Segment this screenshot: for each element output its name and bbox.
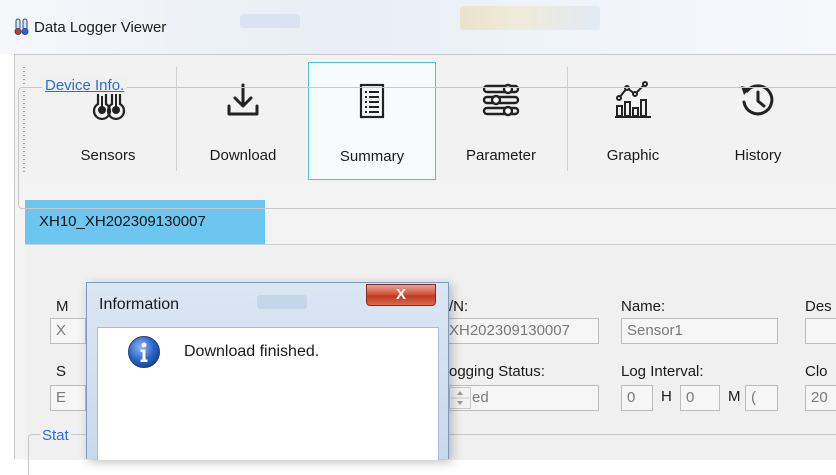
device-info-title: Device Info.	[42, 77, 128, 94]
window-title: Data Logger Viewer	[34, 19, 167, 36]
log-interval-label: Log Interval:	[621, 363, 704, 380]
device-info-group	[18, 87, 836, 209]
interval-hours-field[interactable]: 0	[621, 385, 653, 411]
dialog-message: Download finished.	[184, 343, 320, 360]
title-bar: Data Logger Viewer	[0, 0, 836, 54]
spinner-arrows-icon[interactable]	[449, 387, 471, 409]
information-dialog: Information X Download finished.	[86, 282, 449, 460]
interval-seconds-field[interactable]: (	[745, 385, 778, 411]
background-blur	[240, 14, 300, 28]
description-field[interactable]	[805, 318, 836, 344]
logging-status-label: ogging Status:	[449, 363, 545, 380]
model-field[interactable]: X	[50, 318, 86, 344]
background-blur	[257, 295, 307, 309]
model-label: M	[56, 298, 69, 315]
clock-field[interactable]: 20	[805, 385, 836, 411]
name-label: Name:	[621, 298, 666, 315]
hours-unit-label: H	[661, 388, 672, 405]
minutes-unit-label: M	[728, 388, 741, 405]
status-label: S	[56, 363, 67, 380]
interval-minutes-field[interactable]: 0	[680, 385, 720, 411]
name-field[interactable]: Sensor1	[621, 318, 778, 344]
info-icon	[128, 336, 160, 368]
status-group-title: Stat	[40, 427, 71, 444]
serial-number-label: /N:	[449, 298, 469, 315]
close-button[interactable]: X	[366, 284, 436, 306]
serial-number-field[interactable]: XH202309130007	[445, 318, 599, 344]
status-field[interactable]: E	[50, 385, 86, 411]
background-blur	[460, 6, 600, 30]
dialog-title: Information	[99, 296, 180, 313]
thermometer-app-icon	[14, 18, 29, 35]
clock-label: Clo	[805, 363, 828, 380]
description-label: Des	[805, 298, 832, 315]
